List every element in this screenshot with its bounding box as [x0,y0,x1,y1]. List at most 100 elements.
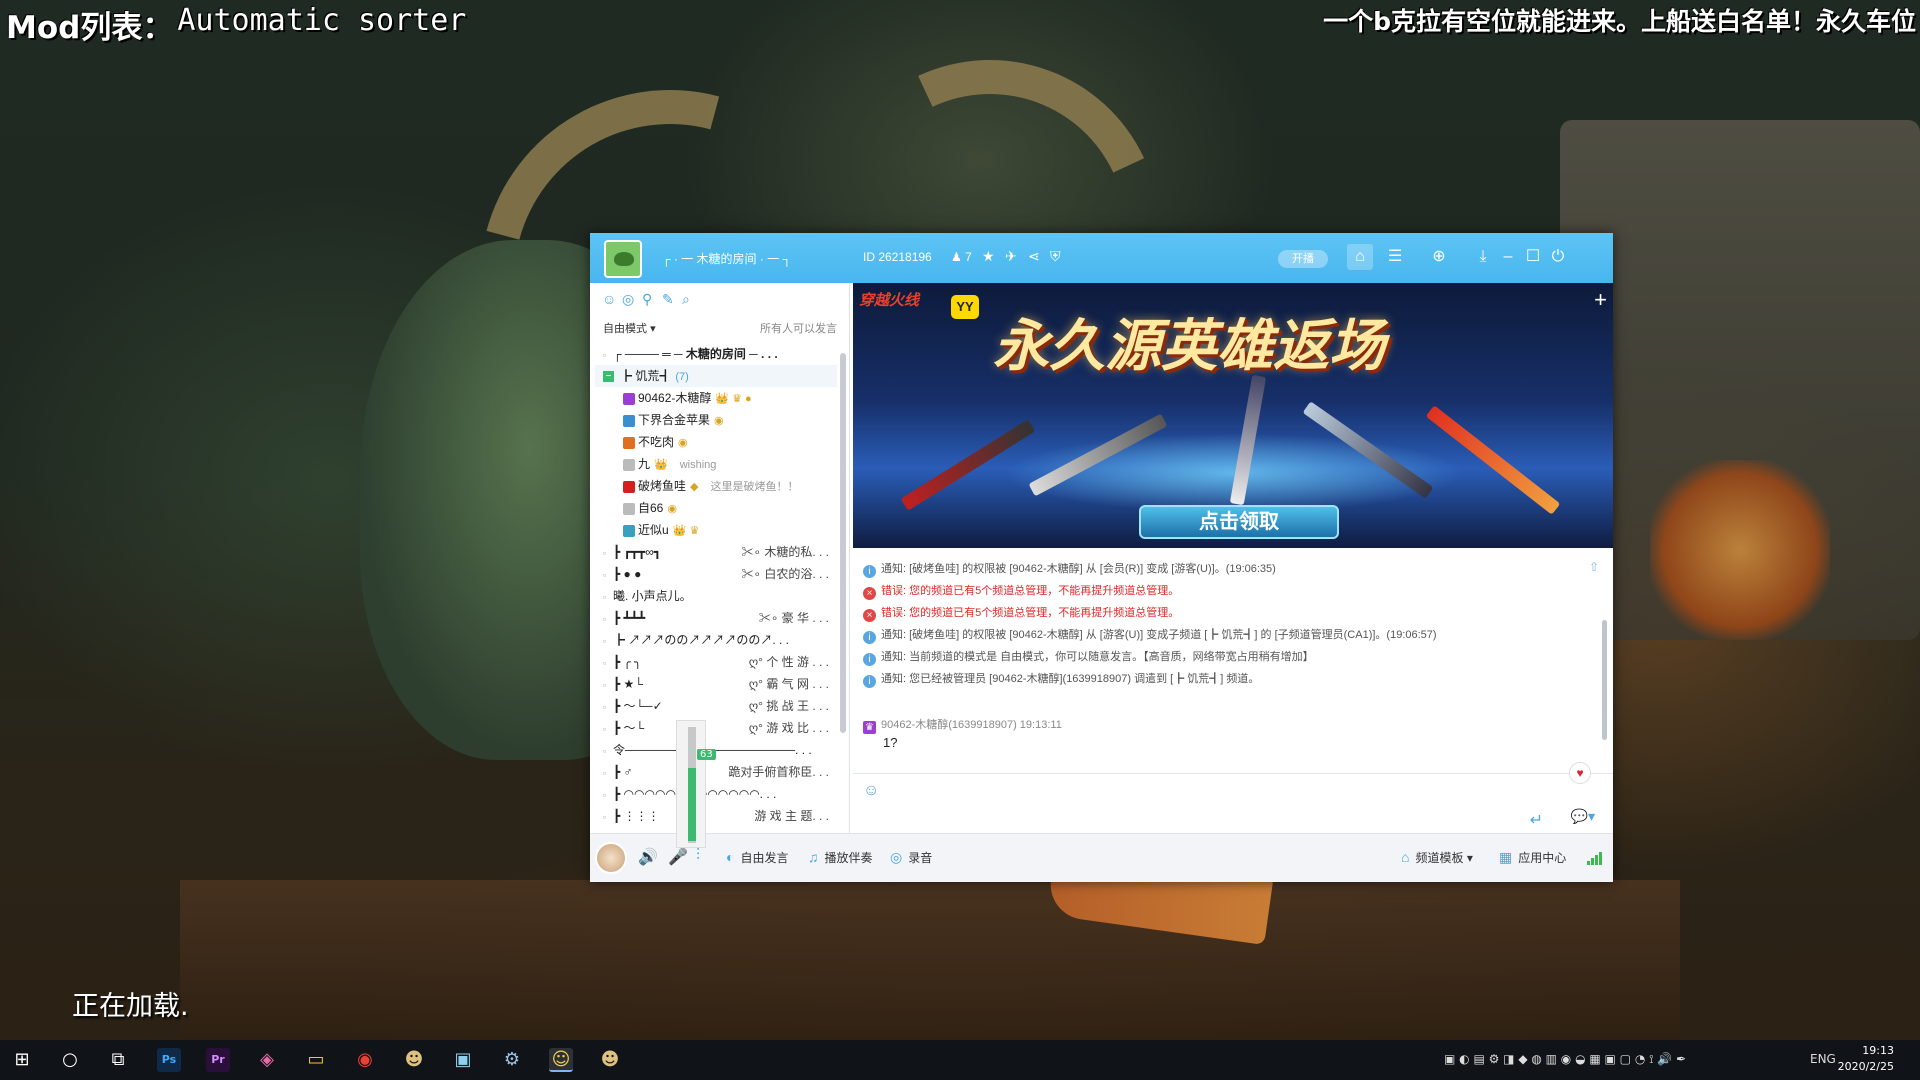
clock[interactable]: 19:13 2020/2/25 [1838,1043,1894,1075]
message-text: 通知: [破烤鱼哇] 的权限被 [90462-木糖醇] 从 [会员(R)] 变成… [881,563,1276,575]
scroll-top-icon[interactable]: ⇧ [1589,560,1599,574]
room-avatar[interactable] [604,240,642,278]
microphone-icon[interactable]: 🎤 [668,847,688,867]
user-name: 90462-木糖醇 [638,391,712,405]
channel-row[interactable]: ▫┣ ◠◠◠◠◠◠◠◠◠◠◠◠◠. . . [595,783,837,805]
channel-row[interactable]: ▫ ┌ ──── ═ ─ 木糖的房间 ─ . . . [595,343,837,365]
dont-starve-icon[interactable]: ☻ [598,1048,622,1072]
app-icon[interactable]: ▣ [451,1048,475,1072]
channel-row[interactable]: ▫ ┣ ╭ ╮ ღ° 个 性 游 . . . [595,651,837,673]
go-live-toggle[interactable]: 开播 [1278,250,1328,268]
channel-state-icon: ▫ [603,548,607,558]
avatar[interactable] [595,842,627,874]
channel-name: ┣ ╭ ╮ [613,655,642,669]
free-speak-button[interactable]: ◐ 自由发言 [726,849,788,866]
mic-queue-icon[interactable]: ◎ [622,291,642,308]
channel-state-icon: ▫ [603,790,607,800]
room-id: ID 26218196 [863,250,932,264]
mode-select[interactable]: 自由模式 ▾ [603,320,656,336]
channel-row[interactable]: ▫ ┣ ～└ ღ° 游 戏 比 . . . [595,717,837,739]
table-art [180,880,1680,1040]
language-indicator[interactable]: ENG [1810,1052,1836,1066]
gamepad-icon[interactable]: ⊕ [1426,244,1452,270]
search-circle-icon[interactable]: ○ [58,1048,82,1072]
channel-subtitle: ღ° 霸 气 网 . . . [748,677,829,691]
chrome-icon[interactable]: ◉ [353,1048,377,1072]
favorite-star-icon[interactable]: ★ [982,248,995,264]
channel-state-icon: ▫ [603,592,607,602]
search-icon[interactable]: ⌕ [682,291,702,308]
claim-button[interactable]: 点击领取 [1139,505,1339,539]
share-icon[interactable]: ⋖ [1028,248,1040,264]
location-icon[interactable]: ⚲ [642,291,662,308]
channel-subtitle: 跪对手俯首称臣. . . [728,765,829,779]
channel-template-button[interactable]: ⌂ 频道模板 ▾ [1401,849,1473,866]
message-input[interactable]: ☺ ♥ ↵ 💬▾ [853,762,1613,833]
shield-icon[interactable]: ⛨ [1050,248,1061,264]
yy-app-icon[interactable]: ☺ [549,1048,573,1072]
gift-icon[interactable]: ♥ [1569,762,1591,784]
photoshop-icon[interactable]: Ps [157,1048,181,1072]
game-app-icon[interactable]: ☻ [402,1048,426,1072]
channel-row[interactable]: ▫ ┣ ♂ 跪对手俯首称臣. . . [595,761,837,783]
equalizer-icon[interactable]: ⫶ [696,847,700,865]
notice-message: i 通知: 您已经被管理员 [90462-木糖醇](1639918907) 调遣到… [863,670,1259,688]
chat-scrollbar[interactable] [1602,620,1607,740]
chat-bubble-icon[interactable]: 💬▾ [1571,808,1595,825]
user-row[interactable]: 自66 ◉ [595,497,837,519]
expand-plus-icon[interactable]: + [1594,287,1607,313]
user-row[interactable]: 不吃肉 ◉ [595,431,837,453]
channel-row[interactable]: ▫ 曦. 小声点儿。 [595,585,837,607]
channel-state-icon: ▫ [603,746,607,756]
premiere-icon[interactable]: Pr [206,1048,230,1072]
tray-icons[interactable]: ▣ ◐ ▤ ⚙ ◨ ◆ ◍ ▥ ◉ ◒ ▦ ▣ ▢ ◔ ⟟ 🔊 ✒ [1444,1052,1686,1067]
channel-row[interactable]: − ┣ 饥荒┫ (7) [595,365,837,387]
steam-icon[interactable]: ⚙ [500,1048,524,1072]
title-bar[interactable]: ┌ · 一 木糖的房间 · 一 ┐ ID 26218196 ♟ 7 ★ ✈ ⋖ … [590,233,1613,283]
ad-banner[interactable]: 穿越火线 YY 永久源英雄返场 + 点击领取 [853,283,1613,548]
channel-row[interactable]: ▫ ┣ ↗↗↗のの↗↗↗↗のの↗. . . [595,629,837,651]
play-music-button[interactable]: ♫ 播放伴奏 [808,849,873,866]
channel-row[interactable]: ▫ ┣ ～└─✓ ღ° 挑 战 王 . . . [595,695,837,717]
speaker-icon[interactable]: 🔊 [638,847,658,867]
windows-start-icon[interactable]: ⊞ [10,1048,34,1072]
user-row[interactable]: 九 👑 wishing [595,453,837,475]
task-view-icon[interactable]: ⧉ [106,1048,130,1072]
home-icon[interactable]: ⌂ [1347,244,1373,270]
channel-scrollbar[interactable] [840,353,846,733]
record-button[interactable]: ◎ 录音 [890,849,932,866]
channel-row[interactable]: ▫ ┣ ⋮⋮⋮ 游 戏 主 题. . . [595,805,837,827]
chat-user: 90462-木糖醇(1639918907) 19:13:11 [881,719,1062,731]
user-row[interactable]: 破烤鱼哇 ◆ 这里是破烤鱼！！ [595,475,837,497]
channel-subtitle: ღ° 游 戏 比 . . . [748,721,829,735]
user-row[interactable]: 下界合金苹果 ◉ [595,409,837,431]
emoji-icon[interactable]: ☺ [863,782,879,800]
plane-icon[interactable]: ✈ [1005,248,1017,264]
minimize-icon[interactable]: – [1495,244,1521,270]
user-role-icon [623,502,635,515]
power-icon[interactable]: ⏻ [1545,244,1571,270]
app-center-button[interactable]: ▦ 应用中心 [1499,849,1566,866]
list-icon[interactable]: ☰ [1382,244,1408,270]
channel-row[interactable]: ▫ ┣ ● ● ✂∘ 白农的浴. . . [595,563,837,585]
send-icon[interactable]: ↵ [1530,810,1543,830]
file-explorer-icon[interactable]: ▭ [304,1048,328,1072]
error-icon: × [863,609,876,622]
user-name: 破烤鱼哇 [638,479,687,493]
user-name: 不吃肉 [638,435,675,449]
user-row[interactable]: 近似u 👑 ♛ [595,519,837,541]
maps-pin-icon[interactable]: ◈ [255,1048,279,1072]
user-icon[interactable]: ☺ [602,291,622,307]
channel-row[interactable]: ▫令────────────────────. . . [595,739,837,761]
mod-name: Automatic sorter [177,3,467,38]
user-row[interactable]: 90462-木糖醇 👑 ♛ ● [595,387,837,409]
channel-row[interactable]: ▫ ┣ ┻┻┻ ✂∘ 豪 华 . . . [595,607,837,629]
download-icon[interactable]: ⤓ [1470,244,1496,270]
user-badges: 👑 [654,459,668,471]
collapse-icon[interactable]: − [603,371,614,383]
message-text: 通知: [破烤鱼哇] 的权限被 [90462-木糖醇] 从 [游客(U)] 变成… [881,629,1437,641]
channel-row[interactable]: ▫ ┣ ┏┳┳∞┓ ✂∘ 木糖的私. . . [595,541,837,563]
maximize-icon[interactable]: ☐ [1520,244,1546,270]
edit-icon[interactable]: ✎ [662,291,682,308]
channel-row[interactable]: ▫ ┣ ★└ ღ° 霸 气 网 . . . [595,673,837,695]
